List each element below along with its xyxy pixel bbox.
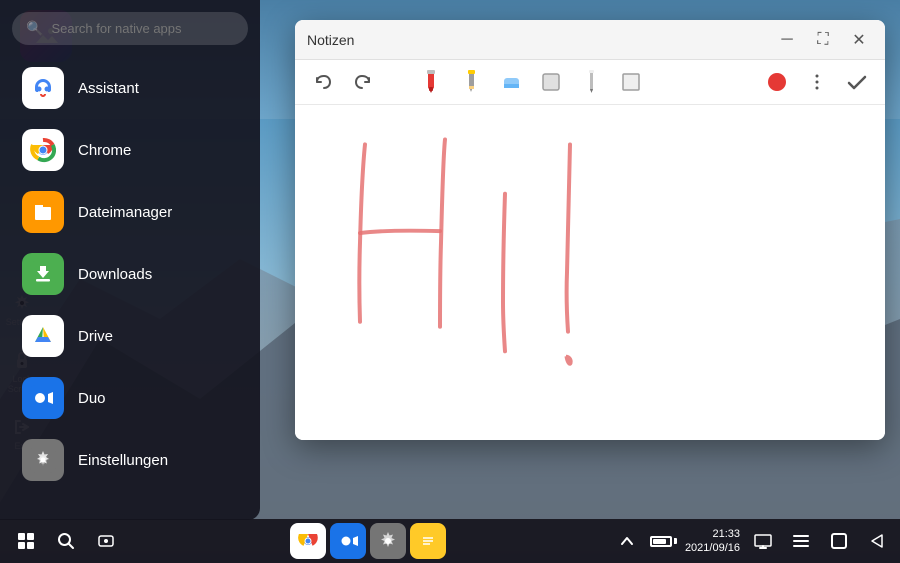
einstellungen-name: Einstellungen [78,452,168,469]
taskbar-settings-app[interactable] [370,523,406,559]
taskbar-time: 21:33 2021/09/16 [685,527,740,556]
taskbar-left [8,523,124,559]
desktop: Galerie 🔍 Assistant [0,0,900,563]
hamburger-menu-icon[interactable] [786,526,816,556]
battery-fill [653,539,666,544]
selection-tool-button[interactable] [535,66,567,98]
taskbar-duo-app[interactable] [330,523,366,559]
duo-icon [22,377,64,419]
cast-icon[interactable] [748,526,778,556]
marker-tool-button[interactable] [415,66,447,98]
battery-body [650,536,672,547]
downloads-icon [22,253,64,295]
window-controls: ─ ⛶ ✕ [773,26,873,54]
android-tasks-button[interactable] [88,523,124,559]
window-title: Notizen [307,32,773,48]
app-item-einstellungen[interactable]: Einstellungen [6,429,254,491]
dateimanager-name: Dateimanager [78,204,172,221]
einstellungen-icon [22,439,64,481]
back-button[interactable] [862,526,892,556]
eraser-tool-button[interactable] [495,66,527,98]
date-display: 2021/09/16 [685,541,740,555]
search-input[interactable] [51,21,234,36]
taskbar-notes-app[interactable] [410,523,446,559]
drawing-svg [295,105,885,440]
taskbar-chrome-app[interactable] [290,523,326,559]
app-item-dateimanager[interactable]: Dateimanager [6,181,254,243]
pencil-tool-button[interactable] [455,66,487,98]
window-titlebar: Notizen ─ ⛶ ✕ [295,20,885,60]
notizen-window: Notizen ─ ⛶ ✕ [295,20,885,440]
record-button[interactable] [761,66,793,98]
maximize-button[interactable]: ⛶ [809,26,837,54]
app-item-downloads[interactable]: Downloads [6,243,254,305]
undo-button[interactable] [307,66,339,98]
close-button[interactable]: ✕ [845,26,873,54]
apps-grid-button[interactable] [8,523,44,559]
app-item-chrome[interactable]: Chrome [6,119,254,181]
chrome-name: Chrome [78,142,131,159]
redo-button[interactable] [347,66,379,98]
app-drawer: 🔍 Assistant [0,0,260,520]
app-item-drive[interactable]: Drive [6,305,254,367]
search-bar[interactable]: 🔍 [12,12,248,45]
taskbar: 21:33 2021/09/16 [0,519,900,563]
battery-icon [650,536,677,547]
confirm-button[interactable] [841,66,873,98]
app-list: Assistant [0,57,260,508]
thin-pen-button[interactable] [575,66,607,98]
taskbar-right: 21:33 2021/09/16 [612,526,892,556]
dateimanager-icon [22,191,64,233]
chrome-icon [22,129,64,171]
shape-tool-button[interactable] [615,66,647,98]
downloads-name: Downloads [78,266,152,283]
drive-icon [22,315,64,357]
battery-tip [674,538,677,544]
drawing-canvas[interactable] [295,105,885,440]
recents-button[interactable] [824,526,854,556]
search-taskbar-button[interactable] [48,523,84,559]
assistant-icon [22,67,64,109]
drive-name: Drive [78,328,113,345]
app-item-assistant[interactable]: Assistant [6,57,254,119]
duo-name: Duo [78,390,106,407]
window-toolbar [295,60,885,105]
assistant-name: Assistant [78,80,139,97]
chevron-up-icon[interactable] [612,526,642,556]
taskbar-center [124,523,612,559]
app-item-duo[interactable]: Duo [6,367,254,429]
more-options-button[interactable] [801,66,833,98]
search-icon: 🔍 [26,20,43,37]
minimize-button[interactable]: ─ [773,26,801,54]
time-display: 21:33 [685,527,740,541]
